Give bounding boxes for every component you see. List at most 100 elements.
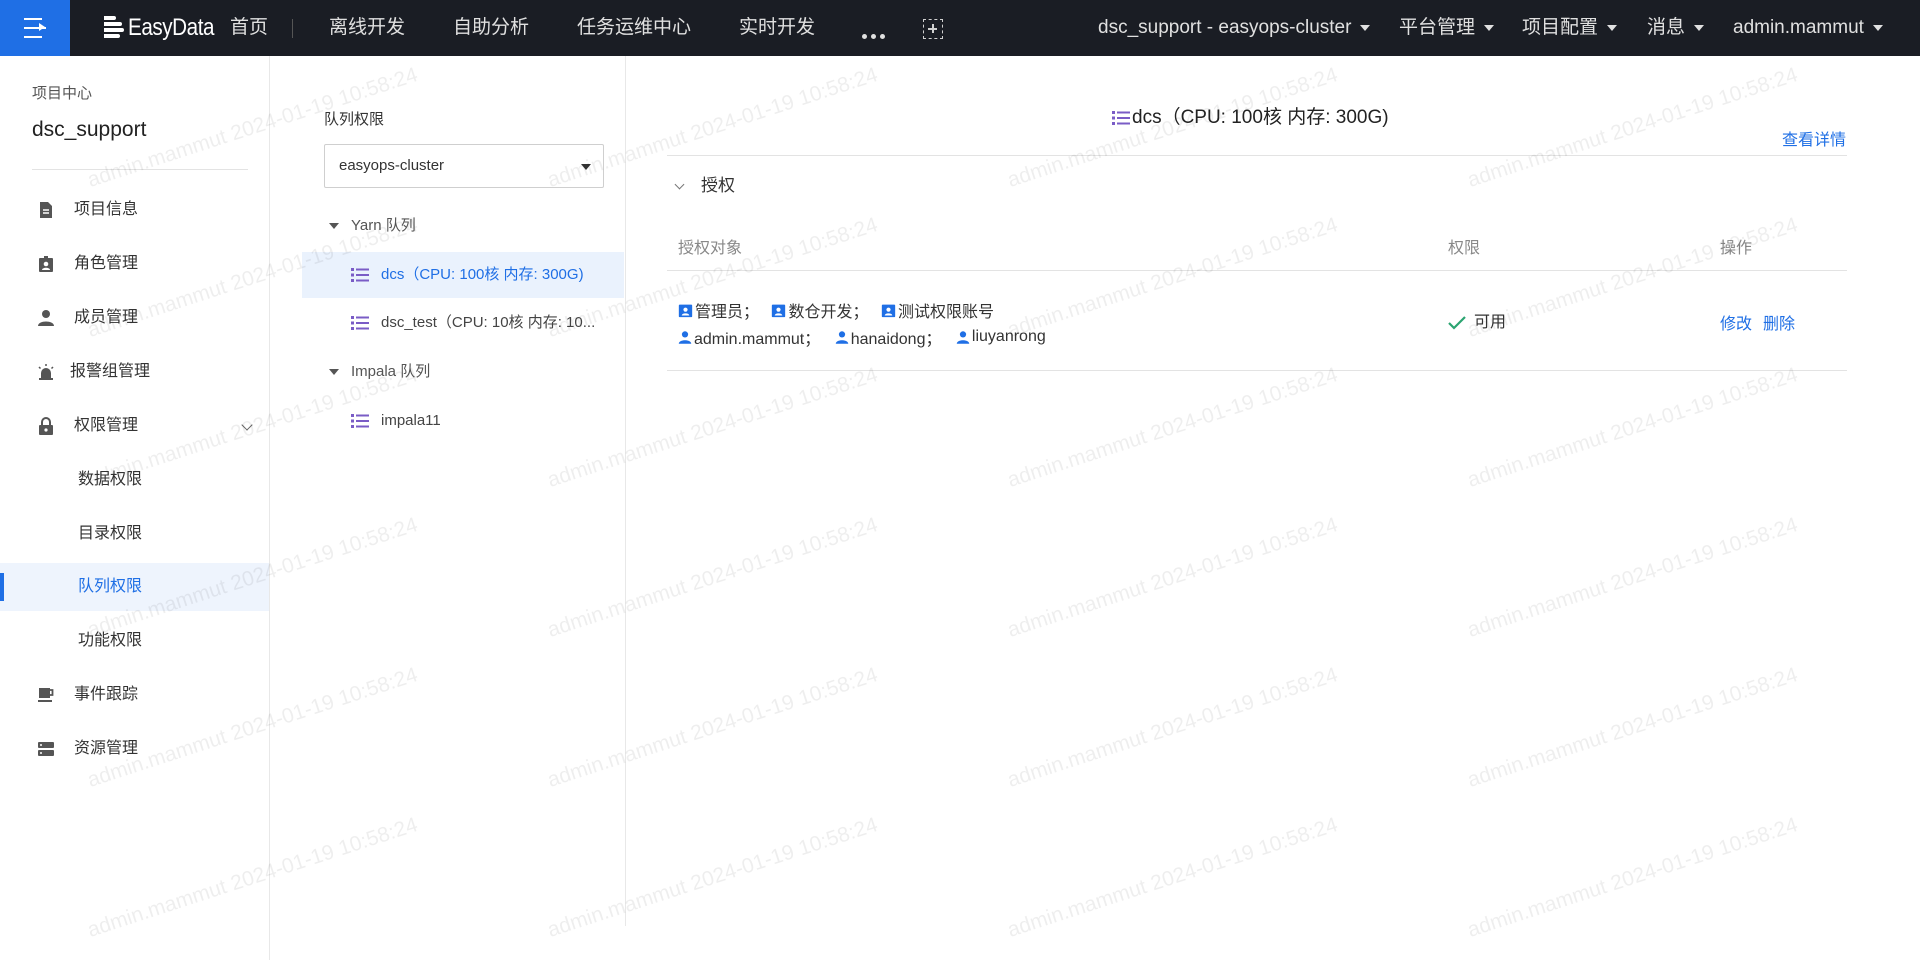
sidebar-item-event-tracking[interactable]: 事件跟踪 (0, 671, 269, 719)
user-name: hanaidong； (850, 331, 942, 348)
sidebar-item-directory-permissions[interactable]: 目录权限 (0, 510, 269, 558)
list-icon (351, 316, 369, 330)
sidebar-item-label: 功能权限 (78, 632, 143, 649)
section-title: 授权 (701, 176, 735, 195)
tree-item-label: impala11 (381, 412, 441, 429)
nav-divider (292, 19, 293, 38)
watermark-layer: admin.mammut 2024-01-19 10:58:24 admin.ma… (0, 56, 1920, 960)
queue-panel-title: 队列权限 (324, 111, 385, 128)
project-config-menu[interactable]: 项目配置 (1522, 0, 1618, 56)
lock-icon (39, 417, 53, 435)
column-header-grantee: 授权对象 (678, 240, 743, 257)
caret-down-icon (329, 369, 339, 376)
watermark-text: admin.mammut 2024-01-19 10:58:24 (1004, 513, 1341, 642)
sidebar-item-function-permissions[interactable]: 功能权限 (0, 617, 269, 665)
sidebar-caption: 项目中心 (32, 85, 93, 102)
app-logo[interactable]: EasyData (104, 13, 228, 43)
caret-down-icon (1872, 24, 1883, 31)
sidebar-divider (32, 169, 248, 170)
chevron-down-icon (241, 419, 253, 431)
role-name: 数仓开发； (788, 304, 869, 321)
check-icon (1448, 315, 1466, 330)
watermark-text: admin.mammut 2024-01-19 10:58:24 (1464, 363, 1801, 492)
add-tab-icon[interactable] (923, 19, 943, 39)
watermark-text: admin.mammut 2024-01-19 10:58:24 (1464, 663, 1801, 792)
sidebar-item-resources[interactable]: 资源管理 (0, 725, 269, 773)
tree-item-queue[interactable]: dcs（CPU: 100核 内存: 300G) (302, 252, 624, 298)
queue-tree-panel: 队列权限 easyops-cluster Yarn 队列 dcs（CPU: 10… (302, 56, 626, 926)
user-name: admin.mammut； (694, 331, 821, 348)
sidebar-item-roles[interactable]: 角色管理 (0, 240, 269, 288)
grantee-users: admin.mammut； hanaidong； liuyanrong (678, 325, 1046, 350)
nav-ops-center[interactable]: 任务运维中心 (577, 0, 691, 56)
sidebar-item-label: 队列权限 (78, 578, 143, 595)
role-tag: 管理员； (678, 298, 759, 322)
sidebar-item-data-permissions[interactable]: 数据权限 (0, 456, 269, 504)
sidebar-item-label: 权限管理 (74, 417, 139, 434)
project-name: dsc_support (32, 118, 147, 141)
tree-group-yarn[interactable]: Yarn 队列 (329, 214, 416, 238)
cluster-select-value: easyops-cluster (339, 157, 445, 174)
sidebar-item-queue-permissions[interactable]: 队列权限 (0, 563, 269, 611)
user-menu[interactable]: admin.mammut (1733, 0, 1883, 56)
user-tag: hanaidong； (835, 325, 942, 349)
sidebar-item-label: 角色管理 (74, 255, 139, 272)
delete-button[interactable]: 删除 (1763, 310, 1795, 334)
authorization-section-toggle[interactable]: 授权 (672, 174, 735, 198)
edit-button[interactable]: 修改 (1720, 310, 1752, 334)
logo-icon (104, 14, 124, 42)
sidebar-item-members[interactable]: 成员管理 (0, 294, 269, 342)
tree-item-queue[interactable]: dsc_test（CPU: 10核 内存: 10... (302, 300, 624, 346)
messages-menu[interactable]: 消息 (1647, 0, 1705, 56)
nav-home[interactable]: 首页 (230, 0, 268, 56)
watermark-text: admin.mammut 2024-01-19 10:58:24 (1464, 813, 1801, 942)
nav-self-analysis[interactable]: 自助分析 (453, 0, 529, 56)
queue-detail-title-text: dcs（CPU: 100核 内存: 300G) (1132, 107, 1389, 128)
caret-down-icon (329, 223, 339, 230)
caret-down-icon (1360, 24, 1371, 31)
tree-group-label: Yarn 队列 (351, 217, 416, 234)
queue-detail-title: dcs（CPU: 100核 内存: 300G) (1112, 104, 1389, 132)
role-name: 测试权限账号 (897, 304, 994, 321)
menu-toggle-button[interactable] (0, 0, 70, 56)
watermark-text: admin.mammut 2024-01-19 10:58:24 (1004, 663, 1341, 792)
chevron-down-icon (674, 179, 685, 190)
more-icon[interactable] (862, 26, 889, 44)
user-icon (835, 330, 848, 344)
platform-menu[interactable]: 平台管理 (1399, 0, 1495, 56)
watermark-text: admin.mammut 2024-01-19 10:58:24 (1004, 363, 1341, 492)
user-icon (956, 330, 970, 344)
user-tag: liuyanrong (956, 328, 1046, 346)
role-badge-icon (772, 304, 786, 317)
permission-status: 可用 (1448, 308, 1506, 332)
divider (667, 270, 1847, 271)
server-icon (38, 742, 54, 756)
cluster-switcher[interactable]: dsc_support - easyops-cluster (1098, 0, 1371, 56)
sidebar-item-label: 数据权限 (78, 471, 143, 488)
cluster-label: dsc_support - easyops-cluster (1098, 17, 1352, 38)
user-icon (678, 330, 692, 344)
user-tag: admin.mammut； (678, 325, 820, 349)
top-navbar: EasyData 首页 离线开发 自助分析 任务运维中心 实时开发 dsc_su… (0, 0, 1920, 56)
tree-item-label: dcs（CPU: 100核 内存: 300G) (381, 266, 584, 283)
watermark-text: admin.mammut 2024-01-19 10:58:24 (1464, 513, 1801, 642)
tree-item-queue[interactable]: impala11 (302, 398, 624, 444)
tree-group-impala[interactable]: Impala 队列 (329, 360, 430, 384)
column-header-actions: 操作 (1720, 240, 1753, 257)
sidebar-item-project-info[interactable]: 项目信息 (0, 186, 269, 234)
caret-down-icon (1607, 24, 1618, 31)
nav-realtime-dev[interactable]: 实时开发 (739, 0, 815, 56)
sidebar-item-alarm-groups[interactable]: 报警组管理 (0, 348, 269, 396)
role-tag: 数仓开发； (771, 298, 868, 322)
sidebar-item-label: 目录权限 (78, 525, 143, 542)
sidebar-item-permissions[interactable]: 权限管理 (0, 402, 269, 450)
role-name: 管理员； (695, 304, 760, 321)
nav-offline-dev[interactable]: 离线开发 (329, 0, 405, 56)
platform-menu-label: 平台管理 (1399, 17, 1476, 38)
caret-down-icon (1694, 24, 1705, 31)
view-details-link[interactable]: 查看详情 (1782, 126, 1846, 150)
cluster-select[interactable]: easyops-cluster (324, 144, 604, 188)
role-badge-icon (881, 304, 896, 317)
logo-text: EasyData (128, 14, 215, 41)
sidebar-item-label: 报警组管理 (70, 363, 151, 380)
